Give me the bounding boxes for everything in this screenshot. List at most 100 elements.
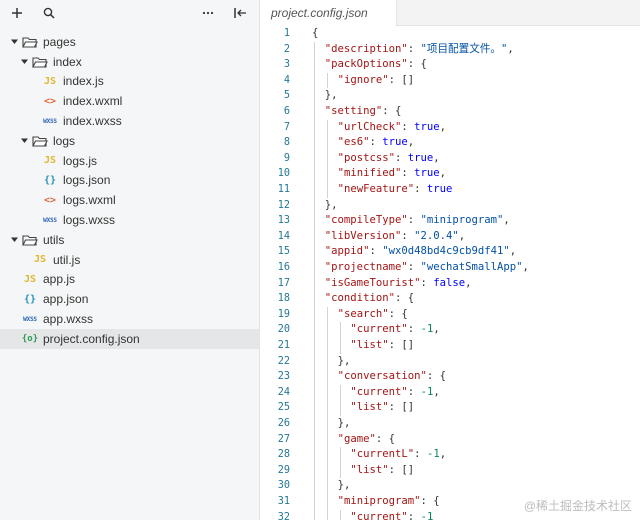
code-text: "appid": "wx0d48bd4c9cb9df41", xyxy=(325,244,516,260)
code-token: "currentL" xyxy=(350,448,415,461)
code-line: 19 "search": { xyxy=(260,307,640,323)
tree-item-label: utils xyxy=(43,232,65,247)
json-file-icon: {} xyxy=(23,293,37,305)
code-token: : [] xyxy=(388,73,415,86)
code-line: 7 "urlCheck": true, xyxy=(260,120,640,136)
code-token: , xyxy=(458,229,466,242)
chevron-down-icon[interactable] xyxy=(9,235,19,245)
tree-file[interactable]: WXSS app.wxss xyxy=(0,309,259,329)
code-token: "setting" xyxy=(324,105,383,117)
config-file-icon: {o} xyxy=(21,333,39,344)
code-token: , xyxy=(522,261,529,273)
tree-file[interactable]: JS util.js xyxy=(0,250,259,270)
code-token: "list" xyxy=(350,401,389,414)
tree-folder[interactable]: logs xyxy=(0,131,259,151)
js-file-icon: JS xyxy=(23,273,37,285)
tree-folder[interactable]: pages xyxy=(0,32,259,52)
code-token: "appid" xyxy=(324,245,370,258)
code-text: "game": { xyxy=(338,432,395,448)
tab-project-config[interactable]: project.config.json xyxy=(260,0,397,26)
tree-file[interactable]: {o} project.config.json xyxy=(0,328,259,349)
indent-guide xyxy=(314,41,315,520)
code-token: }, xyxy=(337,354,351,367)
tree-file[interactable]: JS index.js xyxy=(0,72,259,92)
line-number: 31 xyxy=(277,496,290,507)
code-token: : { xyxy=(382,105,402,117)
code-token: "urlCheck" xyxy=(337,120,402,133)
code-text: }, xyxy=(338,478,351,494)
tree-folder[interactable]: utils xyxy=(0,230,259,250)
tree-file[interactable]: <> index.wxml xyxy=(0,91,259,111)
line-number: 29 xyxy=(277,464,290,476)
plus-icon[interactable] xyxy=(8,4,26,22)
tree-file[interactable]: <> logs.wxml xyxy=(0,190,259,210)
code-line: 23 "conversation": { xyxy=(260,369,640,385)
chevron-down-icon[interactable] xyxy=(19,57,29,67)
code-line: 22}, xyxy=(260,354,640,370)
code-line: 13 "compileType": "miniprogram", xyxy=(260,213,640,229)
indent-guide xyxy=(326,72,328,89)
tree-file[interactable]: {} logs.json xyxy=(0,171,259,191)
code-token: -1 xyxy=(420,510,434,520)
tree-item-label: project.config.json xyxy=(43,331,140,346)
chevron-down-icon[interactable] xyxy=(9,37,19,47)
code-text: "current": -1 xyxy=(350,510,433,520)
tree-folder[interactable]: index xyxy=(0,52,259,72)
code-token: "current" xyxy=(350,510,408,520)
code-text: "current": -1, xyxy=(350,322,439,338)
line-number: 22 xyxy=(277,355,290,367)
code-token: true xyxy=(382,136,408,149)
search-icon[interactable] xyxy=(40,4,58,22)
code-editor[interactable]: 1{2 "description": "项目配置文件。", 3 "packOption… xyxy=(260,26,640,520)
code-line: 10 "minified": true, xyxy=(260,166,640,182)
folder-open-icon xyxy=(32,135,48,147)
code-text: }, xyxy=(325,198,338,214)
code-token: "minified" xyxy=(337,167,402,180)
code-text: "condition": { xyxy=(325,291,414,307)
more-icon[interactable] xyxy=(199,4,217,22)
code-token: , xyxy=(433,151,440,164)
chevron-down-icon[interactable] xyxy=(19,136,29,146)
line-number: 7 xyxy=(283,121,290,133)
indent-guide xyxy=(326,306,328,520)
code-line: 16 "projectname": "wechatSmallApp", xyxy=(260,260,640,276)
js-file-icon: JS xyxy=(33,254,47,266)
code-token: }, xyxy=(324,89,338,102)
code-token: true xyxy=(407,151,434,164)
tree-file[interactable]: JS app.js xyxy=(0,270,259,290)
tree-file[interactable]: WXSS index.wxss xyxy=(0,111,259,131)
code-token: "newFeature" xyxy=(337,183,415,195)
code-line: 26}, xyxy=(260,416,640,432)
folder-open-icon xyxy=(32,56,48,68)
code-text: "setting": { xyxy=(325,104,402,120)
code-token: : { xyxy=(407,58,427,71)
tree-item-label: logs.js xyxy=(63,153,98,168)
code-token: true xyxy=(414,167,440,180)
code-token: true xyxy=(426,183,453,195)
tree-item-label: app.wxss xyxy=(43,312,94,327)
collapse-panel-icon[interactable] xyxy=(231,4,249,22)
tree-file[interactable]: WXSS logs.wxss xyxy=(0,210,259,230)
code-token: : xyxy=(420,276,434,289)
tree-file[interactable]: JS logs.js xyxy=(0,151,259,171)
code-line: 20 "current": -1, xyxy=(260,322,640,338)
code-token: : xyxy=(369,245,383,258)
code-text: "miniprogram": { xyxy=(338,494,440,510)
code-token: , xyxy=(439,448,447,461)
code-token: : xyxy=(414,183,427,195)
code-token: : xyxy=(407,510,421,520)
line-number: 11 xyxy=(277,184,290,195)
tree-file[interactable]: {} app.json xyxy=(0,289,259,309)
code-token: }, xyxy=(337,417,351,429)
tree-item-label: logs xyxy=(53,133,76,148)
code-token: "项目配置文件。" xyxy=(420,42,508,55)
code-token: "current" xyxy=(350,385,408,398)
code-line: 17 "isGameTourist": false, xyxy=(260,276,640,292)
code-token: : [] xyxy=(388,463,415,476)
code-text: "search": { xyxy=(338,307,408,323)
indent-guide xyxy=(339,384,341,416)
code-token: : xyxy=(407,214,421,227)
code-token: "2.0.4" xyxy=(414,229,459,242)
code-text: "ignore": [] xyxy=(338,73,415,89)
line-number: 26 xyxy=(277,418,290,429)
